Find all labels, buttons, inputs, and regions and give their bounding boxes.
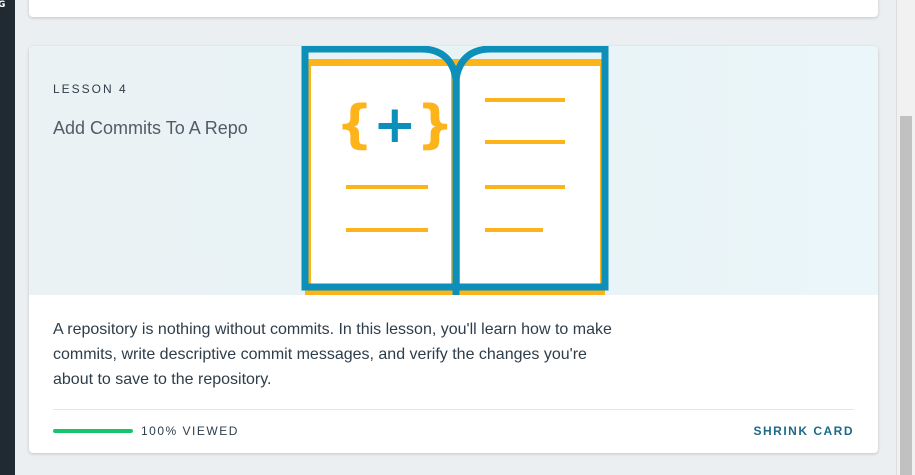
lesson-hero: LESSON 4 Add Commits To A Repo {+} [29, 46, 878, 295]
shrink-card-button[interactable]: SHRINK CARD [754, 424, 855, 438]
previous-lesson-card [29, 0, 878, 17]
left-sidebar: G [0, 0, 15, 475]
open-book-code-icon: {+} [301, 46, 609, 295]
scrollbar[interactable] [896, 0, 915, 475]
lesson-number: LESSON 4 [53, 82, 128, 96]
progress-fill [53, 429, 133, 433]
card-divider [53, 409, 854, 410]
progress-label: 100% VIEWED [141, 424, 239, 438]
lesson-card: LESSON 4 Add Commits To A Repo {+} A rep… [29, 46, 878, 453]
lesson-description: A repository is nothing without commits.… [53, 321, 612, 388]
sidebar-clipped-label: G [0, 0, 6, 10]
lesson-title: Add Commits To A Repo [53, 118, 248, 138]
code-glyph: {+} [336, 95, 454, 155]
scrollbar-thumb[interactable] [900, 116, 912, 475]
progress-bar [53, 429, 133, 433]
